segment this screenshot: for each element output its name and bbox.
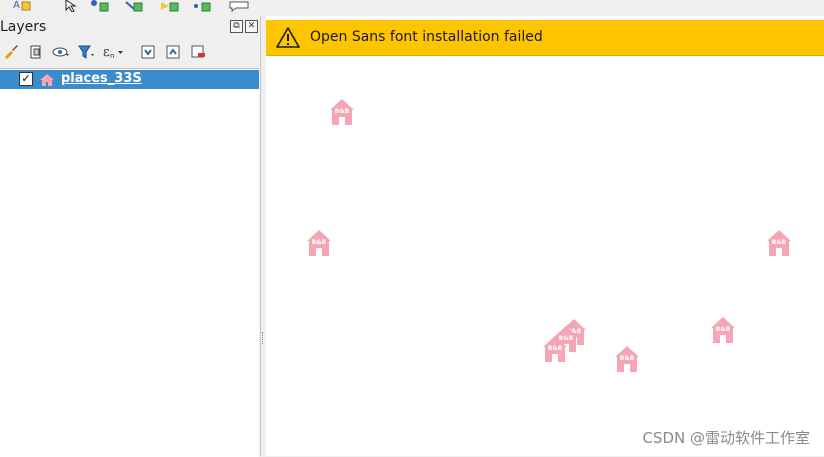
add-group-icon[interactable] [27, 43, 45, 61]
annotation-icon[interactable] [228, 0, 249, 12]
layers-panel-title: Layers [0, 19, 47, 35]
layers-panel: Layers ⧉ ✕ εn ✓ places_33S [0, 16, 261, 457]
expand-all-icon[interactable] [139, 43, 157, 61]
close-panel-button[interactable]: ✕ [245, 20, 258, 33]
message-text: Open Sans font installation failed [310, 29, 543, 45]
bnb-marker-icon[interactable]: B&B [329, 98, 355, 130]
bnb-marker-icon[interactable]: B&B [710, 316, 736, 348]
filter-expression-icon[interactable]: εn [102, 43, 123, 61]
bnb-marker-icon[interactable]: B&B [614, 345, 640, 377]
bnb-marker-icon[interactable]: B&B [306, 229, 332, 261]
main-toolbar: A [0, 0, 824, 17]
message-bar: Open Sans font installation failed [266, 20, 824, 56]
layer-name[interactable]: places_33S [61, 71, 142, 86]
add-feature-icon[interactable] [160, 0, 179, 12]
visibility-eye-icon[interactable] [52, 43, 70, 61]
marker-label: B&B [335, 108, 350, 115]
map-canvas[interactable]: Open Sans font installation failed B&B B… [266, 16, 824, 456]
select-icon[interactable] [58, 0, 77, 12]
collapse-all-icon[interactable] [164, 43, 182, 61]
remove-layer-icon[interactable] [189, 43, 207, 61]
marker-label: B&B [772, 239, 787, 246]
add-line-icon[interactable] [124, 0, 143, 12]
float-panel-button[interactable]: ⧉ [230, 20, 243, 33]
marker-label: B&B [548, 345, 563, 352]
add-label-icon[interactable]: A [12, 0, 31, 12]
warning-icon [276, 27, 300, 52]
svg-text:n: n [110, 52, 114, 60]
add-node-icon[interactable] [90, 0, 109, 12]
svg-text:ε: ε [103, 45, 110, 60]
bnb-marker-icon[interactable]: B&B [766, 229, 792, 261]
marker-label: B&B [312, 239, 327, 246]
style-brush-icon[interactable] [2, 43, 20, 61]
layers-toolbar: εn [0, 41, 260, 63]
layer-row-places-33s[interactable]: ✓ places_33S [0, 70, 259, 89]
bnb-marker-icon[interactable]: B&B [542, 335, 568, 367]
marker-label: B&B [716, 326, 731, 333]
layer-tree: ✓ places_33S [0, 68, 259, 457]
add-ring-icon[interactable] [192, 0, 211, 12]
layer-visibility-checkbox[interactable]: ✓ [19, 72, 33, 86]
marker-label: B&B [620, 355, 635, 362]
filter-legend-icon[interactable] [77, 43, 95, 61]
watermark: CSDN @雷动软件工作室 [642, 429, 810, 447]
house-icon [39, 72, 55, 91]
svg-text:A: A [13, 0, 20, 11]
